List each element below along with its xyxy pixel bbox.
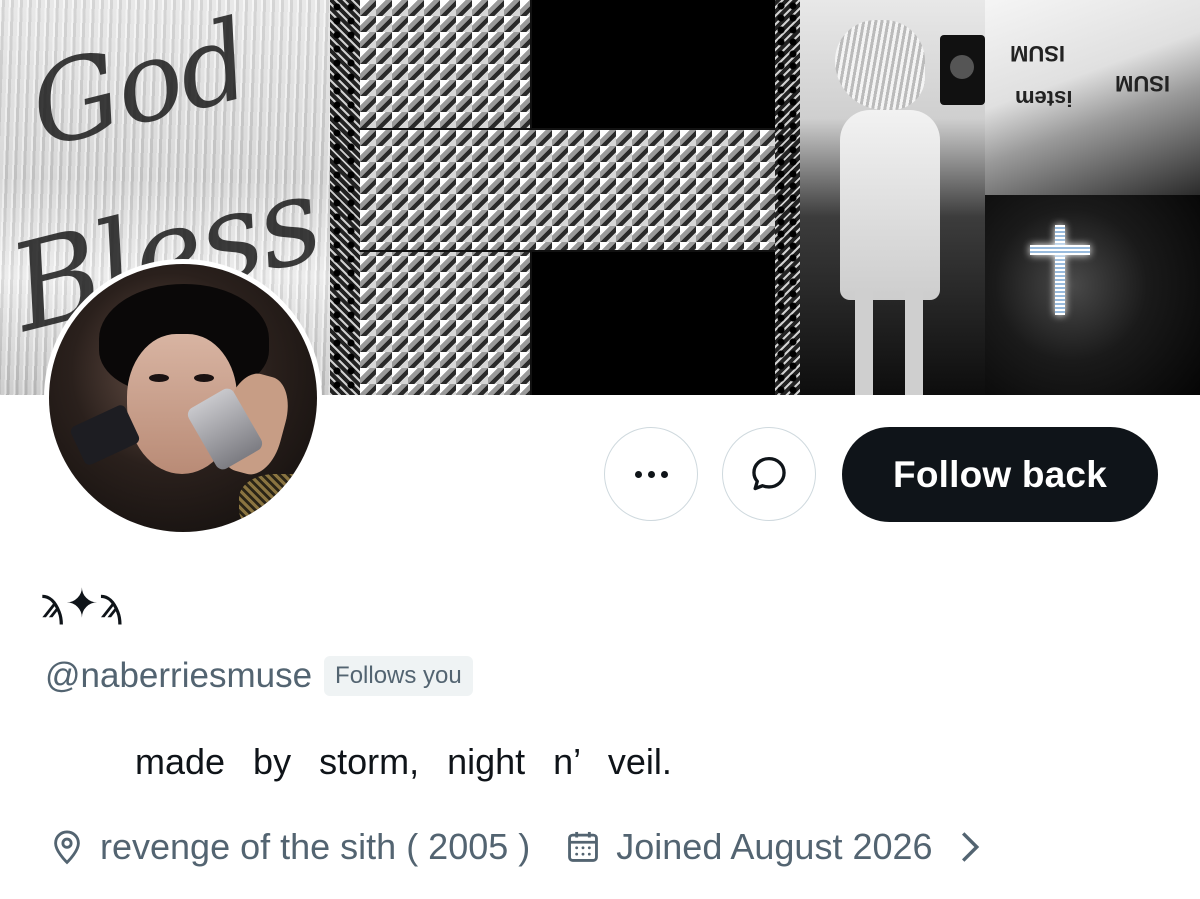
stud-cross-horizontal — [360, 128, 777, 252]
avatar[interactable] — [44, 259, 322, 537]
tights-print-text: ISUM — [1010, 41, 1065, 66]
figure-body — [840, 110, 940, 300]
follow-back-button[interactable]: Follow back — [842, 427, 1158, 522]
joined-item[interactable]: Joined August 2026 — [564, 826, 982, 868]
banner-studded-cross-panel — [360, 0, 800, 395]
more-horizontal-icon — [634, 470, 668, 478]
user-handle: @naberriesmuse — [45, 656, 313, 695]
calendar-icon — [568, 831, 599, 862]
figure-leg — [855, 290, 873, 395]
figure-hair — [835, 20, 925, 110]
joined-date-text: Joined August 2026 — [616, 826, 933, 867]
handle-row: @naberriesmuse Follows you — [45, 652, 473, 700]
tights-print-text: istem — [1015, 86, 1073, 111]
banner-cross-sparkle-photo — [985, 195, 1200, 395]
sparkle-cross-horizontal — [1030, 245, 1090, 255]
figure-leg — [905, 290, 923, 395]
tights-print-text: ISUM — [1115, 71, 1170, 96]
avatar-necklace — [239, 474, 317, 532]
avatar-eye — [194, 374, 214, 382]
profile-bio: made by storm, night n’ veil. — [135, 741, 672, 782]
location-pin-icon — [54, 830, 80, 865]
message-button[interactable] — [722, 427, 816, 521]
banner-tights-photo: ISUM istem ISUM — [985, 0, 1200, 195]
follows-you-badge: Follows you — [324, 656, 473, 696]
sparkle-cross-vertical — [1055, 225, 1065, 315]
display-name: ϡ✦ϡ — [40, 581, 124, 627]
chevron-right-icon — [957, 830, 983, 864]
avatar-eye — [149, 374, 169, 382]
more-options-button[interactable] — [604, 427, 698, 521]
message-bubble-icon — [752, 456, 786, 491]
location-item: revenge of the sith ( 2005 ) — [48, 826, 530, 868]
profile-meta: revenge of the sith ( 2005 ) Joined Augu… — [48, 820, 983, 874]
banner-script-text: God — [17, 0, 261, 173]
avatar-photo — [49, 264, 317, 532]
banner-photo-figure — [800, 0, 990, 395]
speaker-image — [940, 35, 985, 105]
location-text: revenge of the sith ( 2005 ) — [100, 826, 531, 867]
